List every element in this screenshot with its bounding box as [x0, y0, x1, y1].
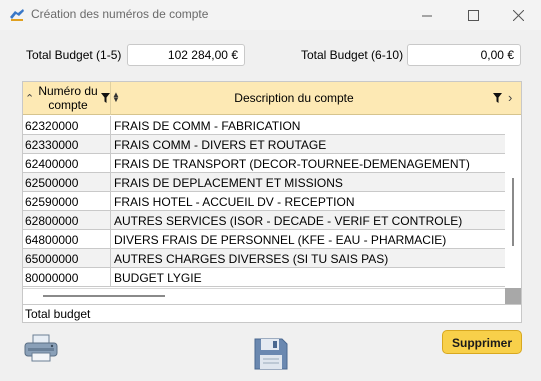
account-description-cell[interactable]: FRAIS DE COMM - FABRICATION	[112, 116, 300, 135]
account-number-cell[interactable]: 64800000	[23, 230, 111, 249]
account-number-cell[interactable]: 65000000	[23, 249, 111, 268]
table-row[interactable]: 62590000 FRAIS HOTEL - ACCUEIL DV - RECE…	[23, 192, 505, 211]
table-row[interactable]: 62500000 FRAIS DE DEPLACEMENT ET MISSION…	[23, 173, 505, 192]
budget-6-10-label: Total Budget (6-10)	[301, 48, 404, 62]
title-bar: Création des numéros de compte	[0, 0, 541, 30]
table-row[interactable]: 62330000 FRAIS COMM - DIVERS ET ROUTAGE	[23, 135, 505, 154]
vertical-scrollbar[interactable]	[505, 116, 521, 288]
grid-footer-total: Total budget	[23, 304, 521, 322]
minimize-icon	[421, 15, 432, 16]
table-row[interactable]: 65000000 AUTRES CHARGES DIVERSES (SI TU …	[23, 249, 505, 268]
account-number-cell[interactable]: 62800000	[23, 211, 111, 230]
filter-icon[interactable]	[493, 93, 502, 103]
column-header-account-description[interactable]: Description du compte	[123, 91, 465, 105]
account-number-cell[interactable]: 62330000	[23, 135, 111, 154]
account-description-cell[interactable]: FRAIS COMM - DIVERS ET ROUTAGE	[112, 135, 326, 154]
account-description-cell[interactable]: AUTRES SERVICES (ISOR - DECADE - VERIF E…	[112, 211, 462, 230]
chevron-up-icon[interactable]: ⌃	[25, 92, 34, 105]
printer-icon[interactable]	[24, 334, 58, 362]
account-description-cell[interactable]: FRAIS DE TRANSPORT (DECOR-TOURNEE-DEMENA…	[112, 154, 470, 173]
accounts-grid: ⌃ Numéro du compte ▲ ▼ Description du com…	[22, 81, 522, 323]
budget-1-5-label: Total Budget (1-5)	[26, 48, 122, 62]
account-description-cell[interactable]: DIVERS FRAIS DE PERSONNEL (KFE - EAU - P…	[112, 230, 446, 249]
account-description-cell[interactable]: BUDGET LYGIE	[112, 268, 202, 287]
account-number-cell[interactable]: 62400000	[23, 154, 111, 173]
vertical-scroll-thumb[interactable]	[512, 178, 514, 246]
sort-icon[interactable]: ▲ ▼	[112, 91, 120, 104]
column-divider[interactable]	[110, 82, 111, 115]
budget-1-5-field[interactable]: 102 284,00 €	[127, 44, 245, 66]
account-number-cell[interactable]: 80000000	[23, 268, 111, 287]
grid-rows: 62320000 FRAIS DE COMM - FABRICATION 623…	[23, 116, 505, 287]
table-row[interactable]: 80000000 BUDGET LYGIE	[23, 268, 505, 287]
window-title: Création des numéros de compte	[31, 7, 209, 21]
account-number-cell[interactable]: 62590000	[23, 192, 111, 211]
scrollbar-corner	[505, 288, 521, 304]
maximize-button[interactable]	[450, 0, 496, 30]
minimize-button[interactable]	[404, 0, 450, 30]
close-icon	[512, 9, 524, 21]
table-row[interactable]: 62320000 FRAIS DE COMM - FABRICATION	[23, 116, 505, 135]
account-description-cell[interactable]: FRAIS HOTEL - ACCUEIL DV - RECEPTION	[112, 192, 354, 211]
table-row[interactable]: 64800000 DIVERS FRAIS DE PERSONNEL (KFE …	[23, 230, 505, 249]
horizontal-scrollbar[interactable]	[23, 288, 505, 304]
close-button[interactable]	[495, 0, 541, 30]
filter-icon[interactable]	[101, 93, 110, 103]
account-description-cell[interactable]: FRAIS DE DEPLACEMENT ET MISSIONS	[112, 173, 343, 192]
account-description-cell[interactable]: AUTRES CHARGES DIVERSES (SI TU SAIS PAS)	[112, 249, 388, 268]
maximize-icon	[467, 9, 479, 21]
table-row[interactable]: 62800000 AUTRES SERVICES (ISOR - DECADE …	[23, 211, 505, 230]
grid-header: ⌃ Numéro du compte ▲ ▼ Description du com…	[23, 82, 521, 115]
account-number-cell[interactable]: 62500000	[23, 173, 111, 192]
delete-button[interactable]: Supprimer	[442, 330, 522, 354]
table-row[interactable]: 62400000 FRAIS DE TRANSPORT (DECOR-TOURN…	[23, 154, 505, 173]
chevron-right-icon[interactable]: ›	[508, 90, 512, 105]
app-icon	[10, 9, 24, 21]
budget-6-10-field[interactable]: 0,00 €	[407, 44, 521, 66]
horizontal-scroll-thumb[interactable]	[43, 295, 165, 297]
column-header-account-number[interactable]: Numéro du compte	[35, 84, 101, 112]
account-number-cell[interactable]: 62320000	[23, 116, 111, 135]
floppy-disk-icon[interactable]	[253, 337, 289, 371]
